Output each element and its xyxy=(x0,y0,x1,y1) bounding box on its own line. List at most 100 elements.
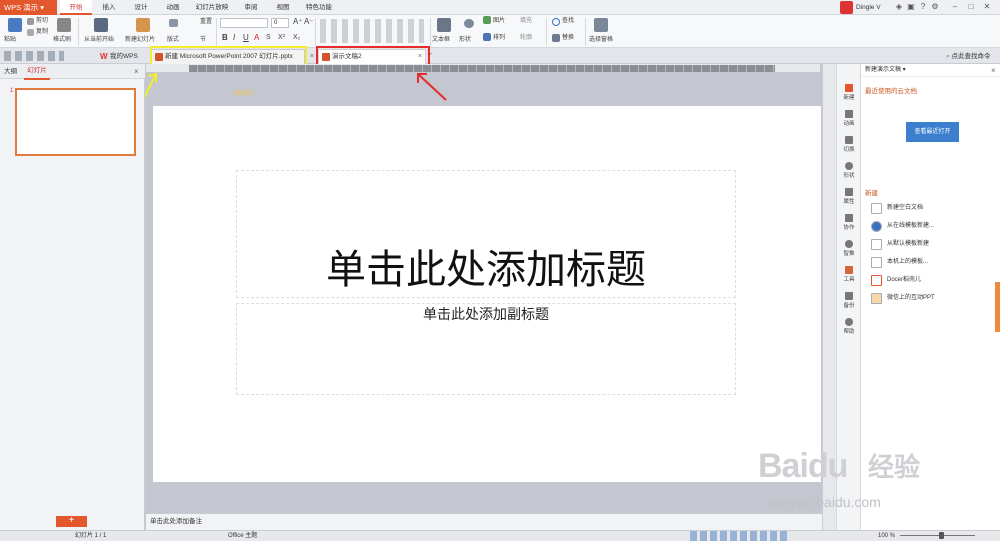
tab-slides[interactable]: 幻灯片 xyxy=(24,64,50,80)
skin-icon[interactable]: ◈ xyxy=(894,2,904,12)
new-blank-item[interactable]: 新建空白文档 xyxy=(871,202,923,216)
replace-button[interactable]: 替换 xyxy=(562,32,574,44)
new-default-template-item[interactable]: 从默认模板新建 xyxy=(871,238,929,252)
find-button[interactable]: 查找 xyxy=(562,15,574,27)
strikethrough-button[interactable]: S xyxy=(266,32,271,44)
from-current-button[interactable]: 从当前开始 xyxy=(84,34,114,46)
play-icon[interactable] xyxy=(94,18,108,32)
close-window-icon[interactable]: ✕ xyxy=(982,2,992,12)
font-color-button[interactable]: A xyxy=(254,32,259,44)
grow-font-button[interactable]: A⁺ xyxy=(293,16,303,28)
people-icon xyxy=(845,214,853,222)
select-pane-button[interactable]: 选择窗格 xyxy=(589,34,613,46)
open-recent-button[interactable]: 查看最近打开 xyxy=(906,122,959,142)
wechat-ppt-item[interactable]: 微信上的互动PPT xyxy=(871,292,935,306)
docer-item[interactable]: Docer稻壳儿 xyxy=(871,274,921,288)
sidebar-item-collab[interactable]: 协作 xyxy=(837,214,861,231)
tab-home[interactable]: 开始 xyxy=(60,0,92,15)
avatar[interactable] xyxy=(840,1,853,14)
shape-button[interactable]: 形状 xyxy=(459,34,471,46)
select-pane-icon[interactable] xyxy=(594,18,608,32)
panel-tabs: 大纲 幻灯片 × xyxy=(0,64,145,80)
minimize-icon[interactable]: – xyxy=(950,2,960,12)
font-size-select[interactable]: 0 xyxy=(271,18,289,28)
close-icon[interactable]: × xyxy=(991,66,996,75)
pane-toggle-handle[interactable] xyxy=(995,282,1000,332)
layout-icon xyxy=(169,19,178,27)
underline-button[interactable]: U xyxy=(243,32,249,44)
lock-icon[interactable]: ▣ xyxy=(906,2,916,12)
slide-thumbnail[interactable] xyxy=(15,88,136,156)
task-pane-header[interactable]: 新建演示文稿 ▾ xyxy=(861,64,1000,77)
section-button[interactable]: 节 xyxy=(200,34,206,46)
arrange-button[interactable]: 排列 xyxy=(493,32,505,44)
tab-animation[interactable]: 动画 xyxy=(160,0,186,15)
animation-icon xyxy=(845,110,853,118)
add-slide-button[interactable]: + xyxy=(56,516,87,527)
tab-special[interactable]: 特色功能 xyxy=(302,0,336,15)
help-icon[interactable]: ? xyxy=(918,2,928,12)
outline-button[interactable]: 轮廓 xyxy=(520,32,532,44)
user-area: Dingle V ◈ ▣ ? ⚙ – □ ✕ xyxy=(840,0,1000,15)
sidebar-item-transition[interactable]: 切换 xyxy=(837,136,861,153)
new-section-title: 新建 xyxy=(865,190,878,197)
zoom-level[interactable]: 100 % xyxy=(878,531,895,541)
new-slide-button[interactable]: 新建幻灯片 xyxy=(125,34,155,46)
command-search[interactable]: ⌕ 点此查找命令 xyxy=(946,50,990,61)
fill-button[interactable]: 填充 xyxy=(520,15,532,27)
textbox-button[interactable]: 文本框 xyxy=(432,34,450,46)
annotation-arrow-red xyxy=(417,73,447,101)
new-slide-icon[interactable] xyxy=(136,18,150,32)
title-placeholder-text[interactable]: 单击此处添加标题 xyxy=(236,244,736,296)
paragraph-toolbar[interactable] xyxy=(320,19,424,43)
close-icon[interactable]: × xyxy=(134,64,139,79)
tab-my-wps[interactable]: W 我的WPS xyxy=(98,49,144,64)
wps-menu-button[interactable]: WPS 演示 ▾ xyxy=(0,0,57,15)
zoom-slider-track[interactable] xyxy=(900,535,975,536)
format-painter-button[interactable]: 格式刷 xyxy=(53,34,71,46)
settings-icon[interactable]: ⚙ xyxy=(930,2,940,12)
maximize-icon[interactable]: □ xyxy=(966,2,976,12)
tab-outline[interactable]: 大纲 xyxy=(4,64,17,79)
italic-button[interactable]: I xyxy=(233,32,235,44)
new-online-template-item[interactable]: 从在线模板新建... xyxy=(871,220,934,234)
sidebar-item-backup[interactable]: 备份 xyxy=(837,292,861,309)
sidebar-item-animation[interactable]: 动画 xyxy=(837,110,861,127)
zoom-slider-knob[interactable] xyxy=(939,532,945,539)
tab-view[interactable]: 视图 xyxy=(270,0,296,15)
picture-button[interactable]: 图片 xyxy=(493,15,505,27)
sidebar-item-label: 属性 xyxy=(843,199,855,205)
tab-insert[interactable]: 插入 xyxy=(96,0,122,15)
subscript-button[interactable]: X₂ xyxy=(293,32,300,44)
blank-doc-icon xyxy=(871,203,882,214)
local-template-item[interactable]: 本机上的模板... xyxy=(871,256,928,270)
layout-button[interactable]: 版式 xyxy=(167,34,179,46)
tab-slideshow[interactable]: 幻灯片放映 xyxy=(192,0,232,15)
user-name[interactable]: Dingle V xyxy=(856,0,881,15)
shrink-font-button[interactable]: A⁻ xyxy=(304,16,314,28)
tab-design[interactable]: 设计 xyxy=(128,0,154,15)
sidebar-item-tools[interactable]: 工具 xyxy=(837,266,861,283)
sidebar-item-shape[interactable]: 形状 xyxy=(837,162,861,179)
bold-button[interactable]: B xyxy=(222,32,228,44)
sidebar-item-new[interactable]: 新建 xyxy=(837,84,861,101)
format-painter-icon[interactable] xyxy=(57,18,71,32)
subtitle-placeholder-text[interactable]: 单击此处添加副标题 xyxy=(236,305,736,325)
ime-toolbar[interactable] xyxy=(690,531,790,541)
sidebar-item-properties[interactable]: 属性 xyxy=(837,188,861,205)
quick-access-toolbar[interactable] xyxy=(4,51,64,61)
paste-button[interactable]: 粘贴 xyxy=(4,34,16,46)
close-icon[interactable]: × xyxy=(310,50,314,64)
paste-icon[interactable] xyxy=(8,18,22,32)
notes-pane[interactable]: 单击此处添加备注 xyxy=(146,513,822,530)
sidebar-item-label: 帮助 xyxy=(843,329,855,335)
font-name-select[interactable] xyxy=(220,18,268,28)
copy-button[interactable]: 复制 xyxy=(36,26,48,38)
sidebar-item-help[interactable]: 帮助 xyxy=(837,318,861,335)
reset-button[interactable]: 重置 xyxy=(200,16,212,28)
textbox-icon[interactable] xyxy=(437,18,451,32)
superscript-button[interactable]: X² xyxy=(278,32,285,44)
tab-review[interactable]: 审阅 xyxy=(238,0,264,15)
divider xyxy=(546,18,547,46)
sidebar-item-smart[interactable]: 智推 xyxy=(837,240,861,257)
